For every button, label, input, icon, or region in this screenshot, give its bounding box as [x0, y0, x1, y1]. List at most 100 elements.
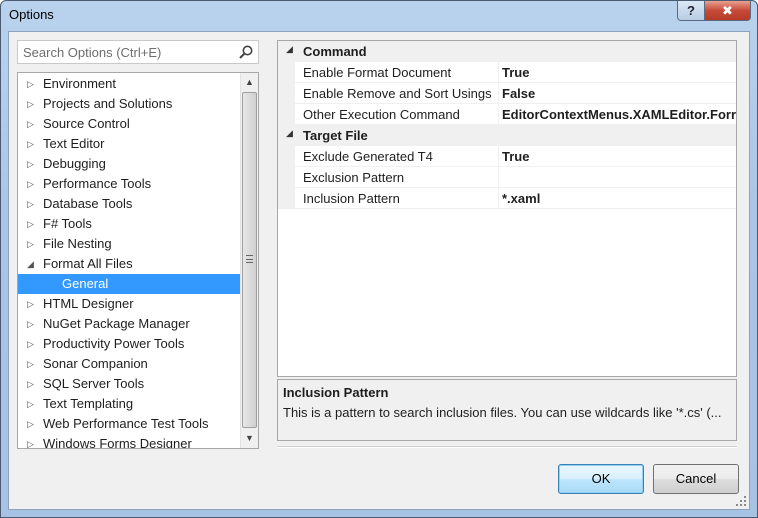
grid-category-row[interactable]: ◢ Target File [278, 125, 736, 146]
property-value[interactable]: True [502, 149, 529, 164]
divider [277, 446, 737, 448]
tree-item[interactable]: ◢ Format All Files [18, 254, 240, 274]
expand-arrow-icon[interactable]: ▷ [27, 194, 37, 214]
grip-icon [246, 255, 253, 263]
tree-item[interactable]: ▷ Text Editor [18, 134, 240, 154]
expand-arrow-icon[interactable]: ▷ [27, 374, 37, 394]
scroll-down-arrow-icon[interactable]: ▼ [241, 430, 258, 447]
tree-item-label: Format All Files [43, 256, 133, 271]
expand-arrow-icon[interactable]: ▷ [27, 74, 37, 94]
column-separator[interactable] [498, 104, 499, 125]
expand-arrow-icon[interactable]: ▷ [27, 354, 37, 374]
tree-item[interactable]: ▷ Debugging [18, 154, 240, 174]
expand-arrow-icon[interactable]: ▷ [27, 94, 37, 114]
property-value[interactable]: *.xaml [502, 191, 540, 206]
property-name: Exclude Generated T4 [303, 149, 433, 164]
tree-item-label: General [62, 276, 109, 291]
tree-item-label: Projects and Solutions [43, 96, 173, 111]
tree-item-label: Database Tools [43, 196, 133, 211]
column-separator[interactable] [498, 188, 499, 209]
options-tree[interactable]: ▷ Environment ▷ Projects and Solutions ▷ Sour… [17, 72, 259, 449]
description-pane: Inclusion Pattern This is a pattern to s… [277, 379, 737, 441]
property-name: Enable Remove and Sort Usings [303, 86, 492, 101]
search-icon[interactable] [238, 44, 254, 60]
grid-category-row[interactable]: ◢ Command [278, 41, 736, 62]
expand-arrow-icon[interactable]: ▷ [27, 434, 37, 448]
tree-item-label: Web Performance Test Tools [43, 416, 209, 431]
expand-arrow-icon[interactable]: ▷ [27, 134, 37, 154]
tree-item[interactable]: ▷ File Nesting [18, 234, 240, 254]
ok-button[interactable]: OK [558, 464, 644, 494]
tree-item[interactable]: ▷ Database Tools [18, 194, 240, 214]
tree-item[interactable]: ▷ NuGet Package Manager [18, 314, 240, 334]
category-label: Command [303, 44, 367, 59]
expand-arrow-icon[interactable]: ▷ [27, 334, 37, 354]
property-value[interactable]: EditorContextMenus.XAMLEditor.Forr [502, 107, 736, 122]
expand-arrow-icon[interactable]: ▷ [27, 114, 37, 134]
scrollbar-thumb[interactable] [242, 92, 257, 428]
property-name: Enable Format Document [303, 65, 452, 80]
tree-item-label: Environment [43, 76, 116, 91]
tree-item[interactable]: ▷ Environment [18, 74, 240, 94]
property-row[interactable]: Inclusion Pattern *.xaml [278, 188, 736, 209]
help-button[interactable]: ? [677, 1, 705, 21]
collapse-arrow-icon[interactable]: ◢ [286, 128, 293, 139]
column-separator[interactable] [498, 146, 499, 167]
property-name: Exclusion Pattern [303, 170, 405, 185]
tree-item[interactable]: ▷ Text Templating [18, 394, 240, 414]
property-name: Inclusion Pattern [303, 191, 400, 206]
tree-item[interactable]: ▷ Web Performance Test Tools [18, 414, 240, 434]
row-gutter [278, 188, 295, 209]
tree-scrollbar[interactable]: ▲ ▼ [240, 73, 258, 448]
tree-item[interactable]: ▷ Windows Forms Designer [18, 434, 240, 449]
row-gutter [278, 167, 295, 188]
tree-item[interactable]: ▷ Source Control [18, 114, 240, 134]
expand-arrow-icon[interactable]: ▷ [27, 414, 37, 434]
tree-item-label: Windows Forms Designer [43, 436, 192, 449]
tree-item[interactable]: ▷ HTML Designer [18, 294, 240, 314]
property-value[interactable]: False [502, 86, 535, 101]
expand-arrow-icon[interactable]: ▷ [27, 174, 37, 194]
close-icon: ✖ [722, 2, 733, 18]
tree-item[interactable]: General [18, 274, 240, 294]
description-text: This is a pattern to search inclusion fi… [283, 405, 722, 420]
tree-item-label: Sonar Companion [43, 356, 148, 371]
row-gutter [278, 83, 295, 104]
property-row[interactable]: Enable Remove and Sort Usings False [278, 83, 736, 104]
property-grid[interactable]: ◢ Command Enable Format Document True Enable… [277, 40, 737, 377]
tree-item[interactable]: ▷ Performance Tools [18, 174, 240, 194]
search-input[interactable]: Search Options (Ctrl+E) [17, 40, 259, 64]
expand-arrow-icon[interactable]: ▷ [27, 394, 37, 414]
column-separator[interactable] [498, 167, 499, 188]
window-title: Options [9, 7, 54, 22]
property-row[interactable]: Other Execution Command EditorContextMenu… [278, 104, 736, 125]
scroll-up-arrow-icon[interactable]: ▲ [241, 74, 258, 91]
close-button[interactable]: ✖ [704, 1, 751, 21]
expand-arrow-icon[interactable]: ▷ [27, 314, 37, 334]
tree-item-label: Text Editor [43, 136, 105, 151]
expand-arrow-icon[interactable]: ▷ [27, 234, 37, 254]
row-gutter [278, 62, 295, 83]
tree-item[interactable]: ▷ Projects and Solutions [18, 94, 240, 114]
tree-item[interactable]: ▷ SQL Server Tools [18, 374, 240, 394]
tree-item-label: HTML Designer [43, 296, 134, 311]
dialog-client-area: Search Options (Ctrl+E) ▷ Environment ▷ Pro… [8, 31, 750, 510]
property-row[interactable]: Exclude Generated T4 True [278, 146, 736, 167]
column-separator[interactable] [498, 83, 499, 104]
collapse-arrow-icon[interactable]: ◢ [286, 44, 293, 55]
expand-arrow-icon[interactable]: ▷ [27, 154, 37, 174]
expand-arrow-icon[interactable]: ▷ [27, 214, 37, 234]
tree-item[interactable]: ▷ Sonar Companion [18, 354, 240, 374]
tree-item[interactable]: ▷ Productivity Power Tools [18, 334, 240, 354]
tree-item[interactable]: ▷ F# Tools [18, 214, 240, 234]
property-value[interactable]: True [502, 65, 529, 80]
property-row[interactable]: Enable Format Document True [278, 62, 736, 83]
property-row[interactable]: Exclusion Pattern [278, 167, 736, 188]
cancel-button[interactable]: Cancel [653, 464, 739, 494]
column-separator[interactable] [498, 62, 499, 83]
resize-grip-icon[interactable] [735, 495, 747, 507]
expanded-arrow-icon[interactable]: ◢ [27, 254, 37, 274]
title-bar[interactable]: Options ? ✖ [1, 1, 757, 31]
help-icon: ? [687, 3, 695, 18]
expand-arrow-icon[interactable]: ▷ [27, 294, 37, 314]
